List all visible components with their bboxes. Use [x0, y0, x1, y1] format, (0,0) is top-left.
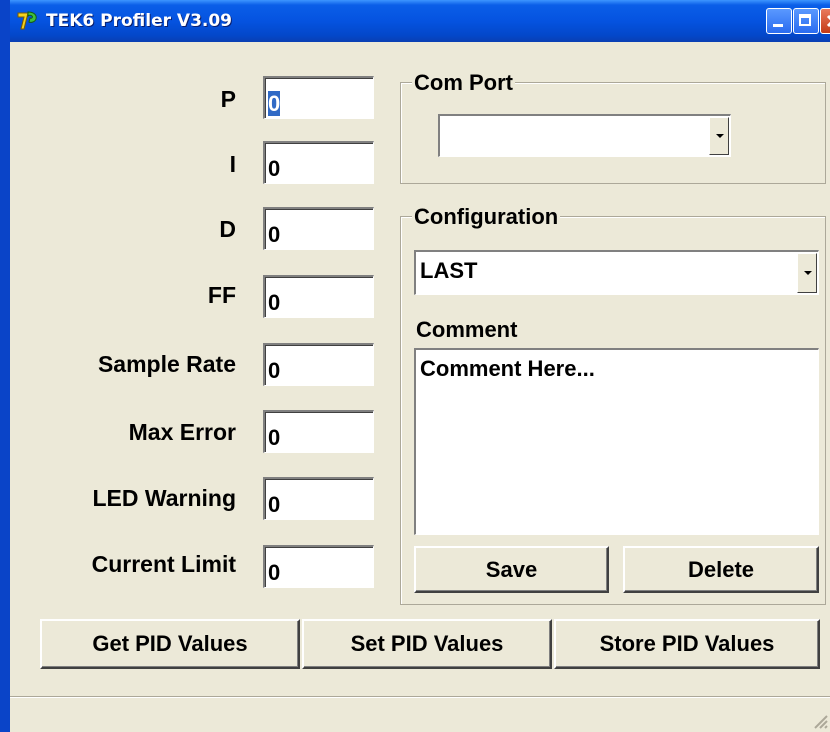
label-d: D	[219, 216, 236, 242]
get-pid-values-button[interactable]: Get PID Values	[40, 619, 300, 669]
label-sample-rate: Sample Rate	[97, 351, 236, 377]
input-p[interactable]: 0	[263, 76, 374, 119]
save-button[interactable]: Save	[414, 546, 609, 593]
input-max-error[interactable]: 0	[263, 410, 374, 453]
close-icon	[826, 14, 830, 28]
set-pid-values-button[interactable]: Set PID Values	[302, 619, 552, 669]
input-sample-rate[interactable]: 0	[263, 343, 374, 386]
get-pid-values-label: Get PID Values	[92, 631, 248, 656]
com-port-dropdown[interactable]	[438, 114, 731, 157]
title-bar[interactable]: TEK6 Profiler V3.09	[10, 0, 830, 42]
input-current-limit[interactable]: 0	[263, 545, 374, 588]
input-led-warning-value: 0	[268, 492, 281, 517]
input-d-value: 0	[268, 222, 281, 247]
comment-text: Comment Here...	[420, 356, 595, 381]
set-pid-values-label: Set PID Values	[350, 631, 504, 656]
status-bar	[10, 696, 830, 732]
label-max-error: Max Error	[128, 419, 236, 445]
label-led-warning: LED Warning	[92, 485, 236, 511]
configuration-dropdown[interactable]: LAST	[414, 250, 819, 295]
input-i-value: 0	[268, 156, 281, 181]
close-button[interactable]	[820, 8, 830, 34]
store-pid-values-label: Store PID Values	[599, 631, 775, 656]
resize-grip-icon[interactable]	[810, 711, 828, 729]
label-current-limit: Current Limit	[91, 551, 236, 577]
label-i: I	[229, 151, 236, 177]
input-i[interactable]: 0	[263, 141, 374, 184]
maximize-button[interactable]	[793, 8, 819, 34]
minimize-icon	[773, 24, 783, 27]
configuration-selected: LAST	[420, 258, 478, 283]
comment-textarea[interactable]: Comment Here...	[414, 348, 819, 535]
save-button-label: Save	[485, 557, 538, 582]
input-p-value: 0	[268, 91, 281, 116]
configuration-title: Configuration	[412, 204, 561, 230]
input-ff-value: 0	[268, 290, 281, 315]
delete-button-label: Delete	[687, 557, 755, 582]
input-ff[interactable]: 0	[263, 275, 374, 318]
chevron-down-icon[interactable]	[797, 253, 817, 293]
delete-button[interactable]: Delete	[623, 546, 819, 593]
input-current-limit-value: 0	[268, 560, 281, 585]
input-max-error-value: 0	[268, 425, 281, 450]
input-d[interactable]: 0	[263, 207, 374, 250]
input-sample-rate-value: 0	[268, 358, 281, 383]
maximize-icon	[799, 14, 811, 26]
comment-label: Comment	[416, 317, 518, 342]
app-window: TEK6 Profiler V3.09 P 0 I 0 D 0 FF 0 Sam…	[0, 0, 830, 732]
app-icon	[17, 11, 37, 30]
label-ff: FF	[207, 282, 236, 308]
input-led-warning[interactable]: 0	[263, 477, 374, 520]
label-p: P	[220, 86, 236, 112]
com-port-title: Com Port	[412, 70, 515, 96]
window-title: TEK6 Profiler V3.09	[46, 11, 233, 31]
store-pid-values-button[interactable]: Store PID Values	[554, 619, 820, 669]
minimize-button[interactable]	[766, 8, 792, 34]
chevron-down-icon[interactable]	[709, 117, 729, 155]
